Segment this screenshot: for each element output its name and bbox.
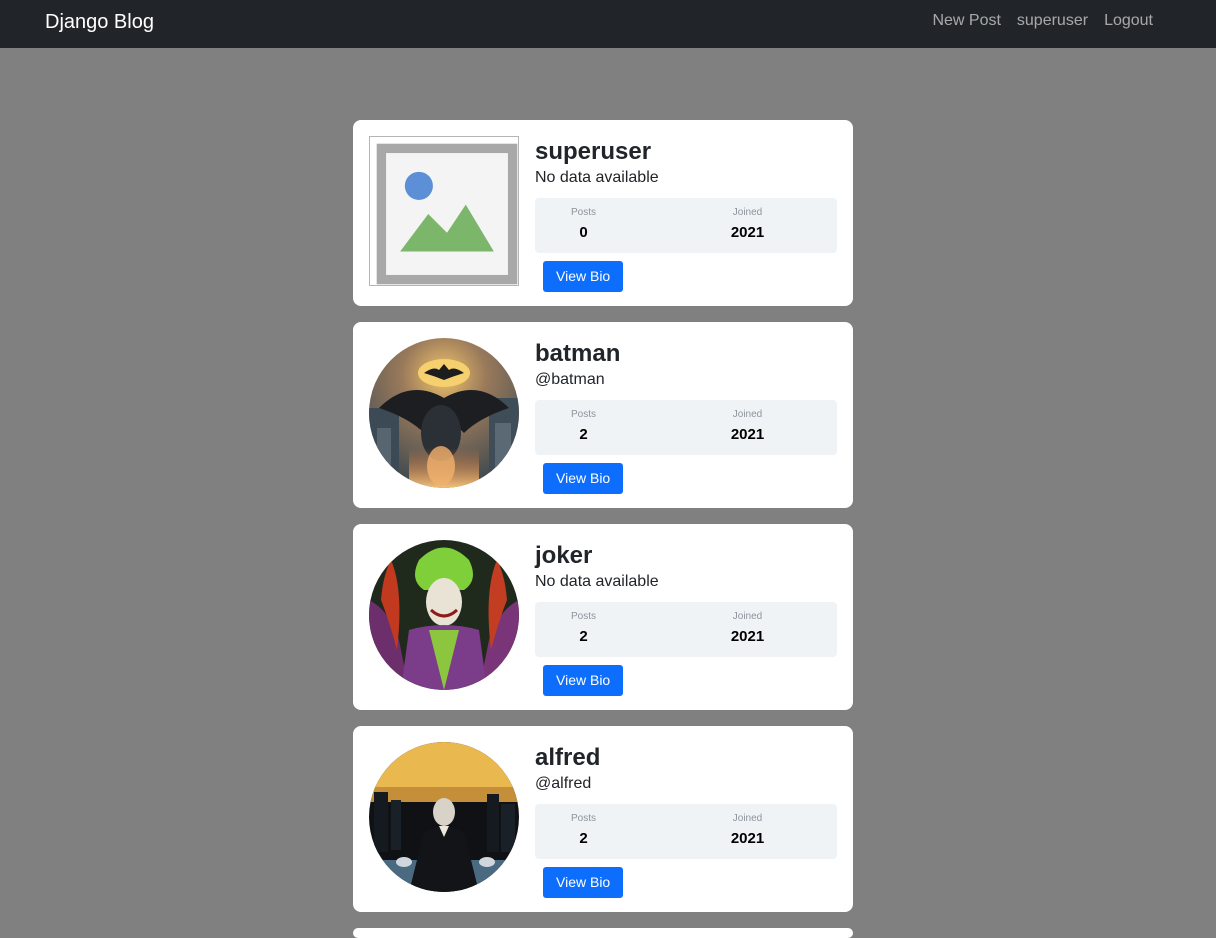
profile-stats: Posts 2 Joined 2021: [535, 602, 837, 657]
profile-avatar-alfred: [369, 742, 519, 892]
posts-label: Posts: [570, 813, 596, 824]
joined-label: Joined: [732, 611, 763, 622]
joined-stat: Joined 2021: [686, 198, 837, 253]
posts-label: Posts: [570, 409, 596, 420]
joined-stat: Joined 2021: [686, 804, 837, 859]
posts-count: 0: [579, 224, 588, 241]
joined-year: 2021: [730, 224, 765, 241]
profile-username: superuser: [535, 138, 652, 165]
view-bio-button[interactable]: View Bio: [543, 463, 624, 494]
profile-avatar-batman: [369, 338, 519, 488]
profile-username: joker: [535, 542, 593, 569]
joker-portrait-image: [369, 540, 519, 690]
profile-card: joker No data available Posts 2 Joined 2…: [353, 524, 853, 710]
profile-card: superuser No data available Posts 0 Join…: [353, 120, 853, 306]
nav-user-link[interactable]: superuser: [1017, 11, 1088, 31]
posts-count: 2: [579, 426, 588, 443]
profile-card: alfred @alfred Posts 2 Joined 2021 View …: [353, 726, 853, 912]
profile-info: superuser No data available Posts 0 Join…: [535, 138, 837, 292]
broken-image-icon: [376, 143, 518, 285]
profile-username: batman: [535, 340, 621, 367]
view-bio-button[interactable]: View Bio: [543, 665, 624, 696]
view-bio-button[interactable]: View Bio: [543, 261, 624, 292]
profile-subtitle: No data available: [535, 169, 659, 186]
navbar: Django Blog New Post superuser Logout: [0, 0, 1216, 48]
posts-label: Posts: [570, 611, 596, 622]
view-bio-button[interactable]: View Bio: [543, 867, 624, 898]
profile-stats: Posts 2 Joined 2021: [535, 400, 837, 455]
joined-label: Joined: [732, 813, 763, 824]
alfred-portrait-image: [369, 742, 519, 892]
profile-info: joker No data available Posts 2 Joined 2…: [535, 542, 837, 696]
posts-count: 2: [579, 628, 588, 645]
profile-list: superuser No data available Posts 0 Join…: [353, 120, 853, 928]
joined-year: 2021: [730, 628, 765, 645]
posts-stat: Posts 2: [535, 602, 686, 657]
posts-stat: Posts 0: [535, 198, 686, 253]
profile-subtitle: @batman: [535, 371, 605, 388]
brand-link[interactable]: Django Blog: [45, 9, 154, 35]
profile-card-partial: [353, 928, 853, 938]
profile-subtitle: @alfred: [535, 775, 592, 792]
joined-year: 2021: [730, 426, 765, 443]
profile-info: batman @batman Posts 2 Joined 2021 View …: [535, 340, 837, 494]
batman-portrait-image: [369, 338, 519, 488]
profile-stats: Posts 0 Joined 2021: [535, 198, 837, 253]
profile-avatar-joker: [369, 540, 519, 690]
posts-stat: Posts 2: [535, 400, 686, 455]
joined-stat: Joined 2021: [686, 400, 837, 455]
profile-info: alfred @alfred Posts 2 Joined 2021 View …: [535, 744, 837, 898]
joined-label: Joined: [732, 207, 763, 218]
profile-card: batman @batman Posts 2 Joined 2021 View …: [353, 322, 853, 508]
joined-label: Joined: [732, 409, 763, 420]
nav-new-post-link[interactable]: New Post: [932, 11, 1000, 31]
posts-stat: Posts 2: [535, 804, 686, 859]
posts-count: 2: [579, 830, 588, 847]
joined-stat: Joined 2021: [686, 602, 837, 657]
joined-year: 2021: [730, 830, 765, 847]
profile-subtitle: No data available: [535, 573, 659, 590]
profile-username: alfred: [535, 744, 601, 771]
nav-logout-link[interactable]: Logout: [1104, 11, 1153, 31]
posts-label: Posts: [570, 207, 596, 218]
profile-avatar-broken-image: [369, 136, 519, 286]
nav-links: New Post superuser Logout: [932, 11, 1153, 31]
profile-stats: Posts 2 Joined 2021: [535, 804, 837, 859]
